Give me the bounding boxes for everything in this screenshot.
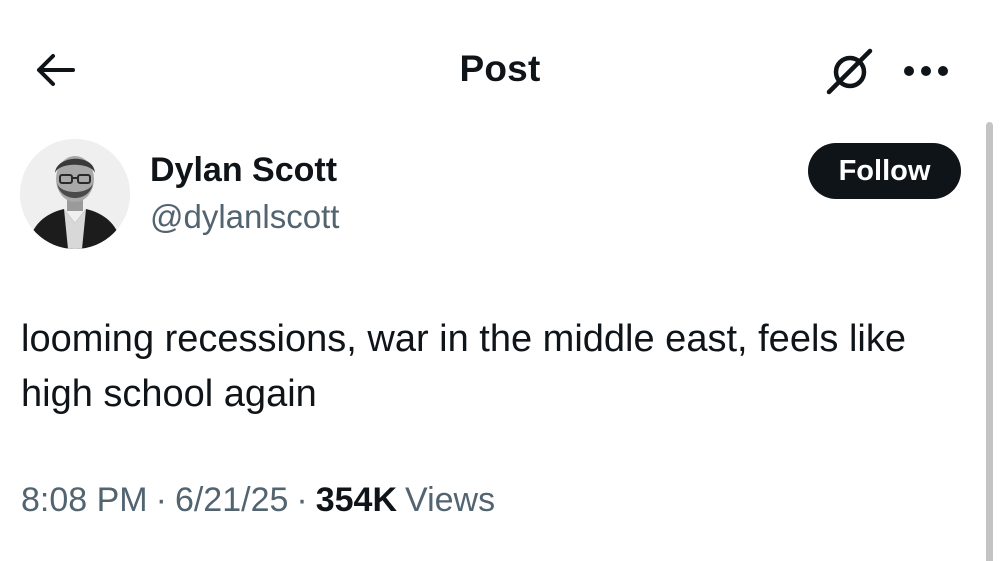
- more-horizontal-icon: [904, 66, 948, 76]
- post-meta: 8:08 PM · 6/21/25 · 354K Views: [21, 481, 495, 520]
- meta-separator: ·: [296, 481, 308, 519]
- avatar[interactable]: [20, 139, 130, 249]
- meta-separator: ·: [155, 481, 167, 519]
- scrollbar[interactable]: [986, 122, 993, 561]
- grok-icon: [826, 48, 873, 95]
- grok-button[interactable]: [822, 46, 878, 96]
- views-label: Views: [405, 481, 496, 519]
- profile-photo-icon: [20, 139, 130, 249]
- views-count[interactable]: 354K: [316, 481, 397, 520]
- post-text: looming recessions, war in the middle ea…: [21, 318, 906, 415]
- more-options-button[interactable]: [896, 54, 956, 88]
- post-detail-page: Post Dylan Scott @dylanlscott Follow loo…: [0, 0, 1000, 561]
- top-bar: Post: [0, 0, 1000, 140]
- post-date[interactable]: 6/21/25: [175, 481, 288, 520]
- post-time[interactable]: 8:08 PM: [21, 481, 148, 520]
- follow-button[interactable]: Follow: [808, 143, 961, 199]
- author-name[interactable]: Dylan Scott: [150, 151, 337, 190]
- author-handle[interactable]: @dylanlscott: [150, 198, 339, 236]
